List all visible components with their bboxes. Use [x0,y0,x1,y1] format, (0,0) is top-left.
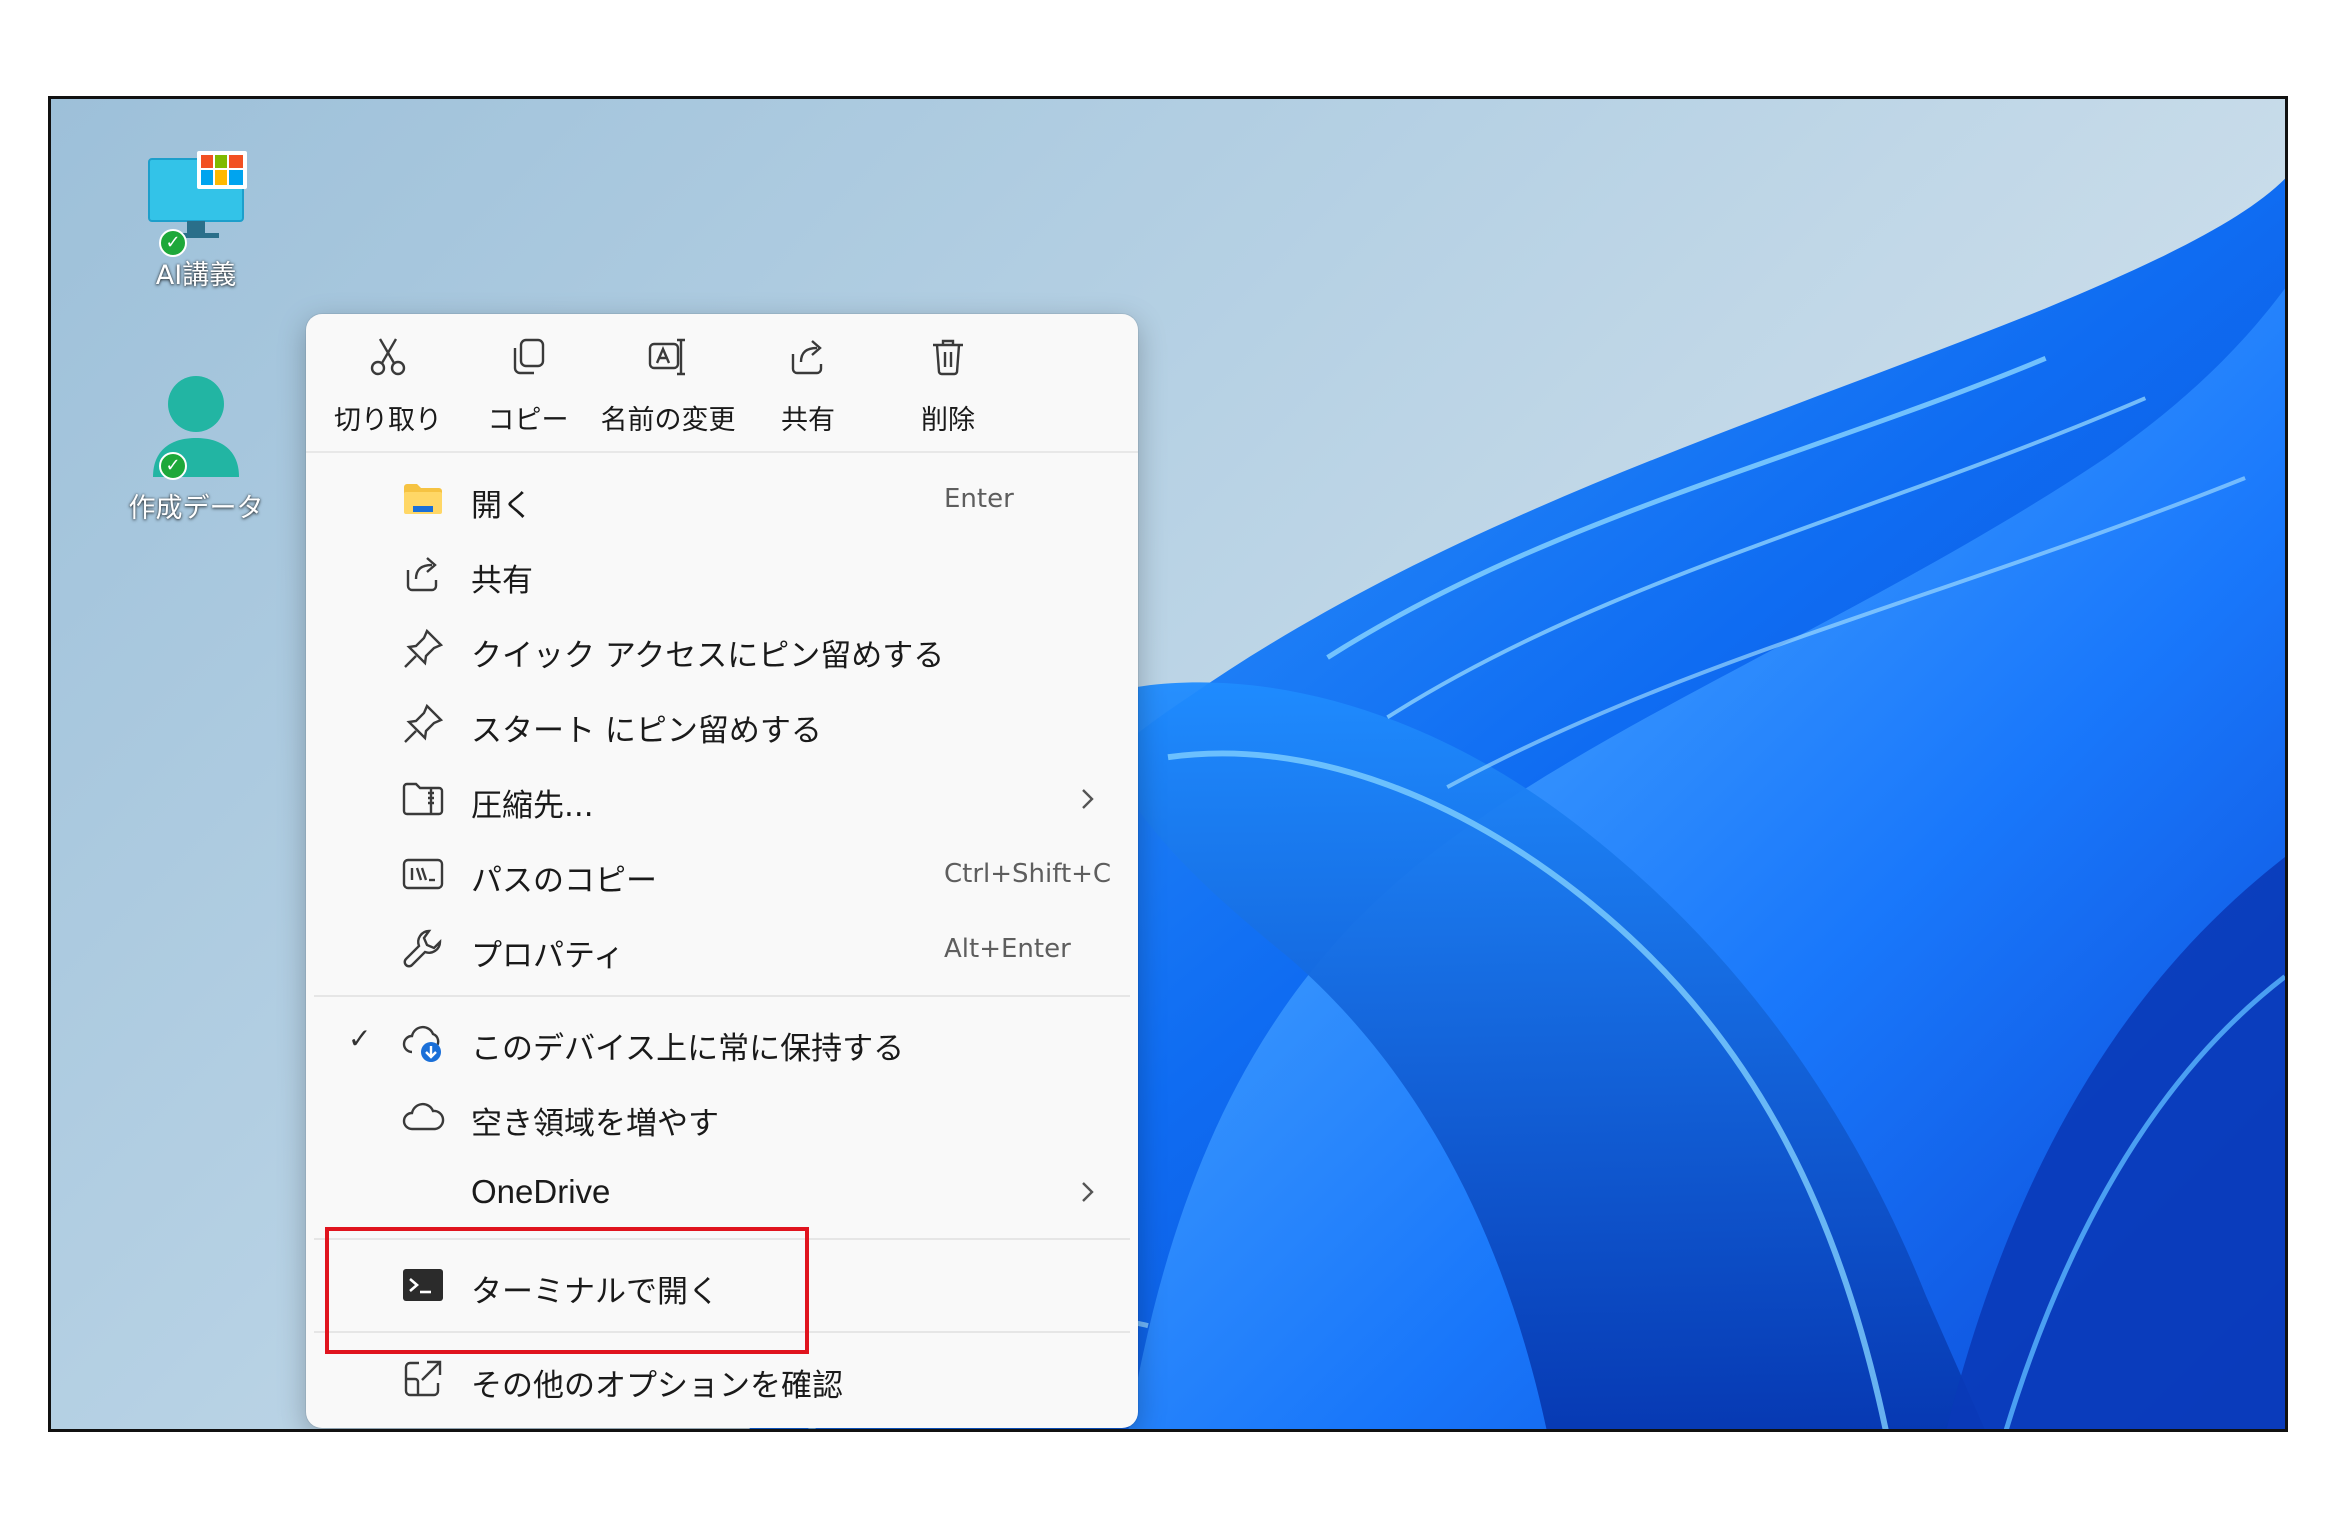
zip-folder-icon [401,777,445,821]
desktop-icon-ai-lecture[interactable]: ✓ AI講義 [121,149,271,292]
desktop-icon-created-data[interactable]: ✓ 作成データ [121,372,271,525]
menu-item-always-keep[interactable]: ✓ このデバイス上に常に保持する [306,1005,1138,1079]
menu-item-label: 空き領域を増やす [471,1106,719,1142]
pin-icon [401,627,445,671]
toolbar-label: 共有 [781,405,835,436]
menu-item-shortcut: Enter [944,484,1014,514]
menu-separator [314,995,1130,997]
cloud-download-icon [401,1020,445,1064]
share-icon [401,552,445,596]
wrench-icon [401,927,445,971]
menu-item-pin-quick-access[interactable]: クイック アクセスにピン留めする [306,612,1138,686]
share-icon [791,340,823,375]
menu-item-pin-start[interactable]: スタート にピン留めする [306,687,1138,761]
computer-app-icon [148,151,247,238]
delete-button[interactable]: 削除 [878,336,1018,437]
menu-item-label: その他のオプションを確認 [471,1368,843,1404]
desktop-icon-label: AI講義 [155,260,237,291]
highlight-annotation-box [325,1227,809,1354]
menu-item-label: クイック アクセスにピン留めする [471,638,945,674]
menu-item-label: 共有 [471,563,533,599]
rename-icon [648,338,685,376]
chevron-right-icon [1082,789,1094,809]
menu-item-label: 開く [471,488,533,524]
menu-item-compress[interactable]: 圧縮先... [306,762,1138,836]
cloud-icon [401,1095,445,1139]
user-folder-icon [153,376,239,477]
menu-item-label: 圧縮先... [471,788,594,824]
chevron-right-icon [1082,1182,1094,1202]
menu-item-shortcut: Alt+Enter [944,934,1071,964]
external-icon [401,1357,445,1401]
rename-button[interactable]: 名前の変更 [598,336,738,437]
toolbar-label: コピー [487,405,569,436]
toolbar-label: 切り取り [334,405,442,436]
folder-icon [401,477,445,521]
menu-item-label: パスのコピー [471,863,657,899]
pin-icon [401,702,445,746]
copy-icon [513,338,545,375]
check-mark-icon: ✓ [348,1022,372,1055]
menu-item-open[interactable]: 開く Enter [306,462,1138,536]
menu-item-properties[interactable]: プロパティ Alt+Enter [306,912,1138,986]
menu-item-label: このデバイス上に常に保持する [471,1031,905,1067]
copy-button[interactable]: コピー [458,336,598,437]
context-menu-toolbar: 切り取り コピー 名前の変更 共有 削除 [306,314,1138,453]
share-button[interactable]: 共有 [738,336,878,437]
trash-icon [933,339,963,376]
menu-item-label: スタート にピン留めする [471,713,822,749]
menu-item-free-up-space[interactable]: 空き領域を増やす [306,1080,1138,1154]
synced-check-icon: ✓ [159,452,187,480]
desktop-icon-label: 作成データ [128,493,264,524]
path-icon [401,852,445,896]
menu-item-onedrive[interactable]: OneDrive [306,1155,1138,1229]
menu-item-share[interactable]: 共有 [306,537,1138,611]
menu-item-label: OneDrive [471,1173,611,1210]
toolbar-label: 削除 [921,405,975,436]
synced-check-icon: ✓ [159,229,187,257]
menu-item-shortcut: Ctrl+Shift+C [944,859,1112,889]
scissors-icon [370,338,406,376]
menu-item-label: プロパティ [471,938,625,974]
toolbar-label: 名前の変更 [600,405,736,436]
menu-item-copy-path[interactable]: パスのコピー Ctrl+Shift+C [306,837,1138,911]
cut-button[interactable]: 切り取り [318,336,458,437]
